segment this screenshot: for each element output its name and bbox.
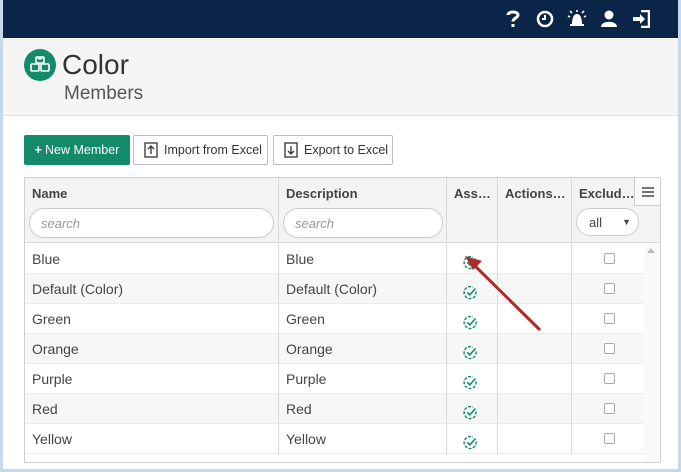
exclude-checkbox[interactable] [604,373,615,384]
cell-exclude [572,334,645,364]
cell-actions [498,424,572,454]
import-label: Import from Excel [164,143,262,157]
cell-name: Green [25,304,279,334]
new-member-button[interactable]: + New Member [24,135,130,165]
hamburger-menu-icon [641,186,654,197]
exclude-checkbox[interactable] [604,403,615,414]
cell-name: Red [25,394,279,424]
table-row[interactable]: Orange Orange [25,334,645,364]
exclude-checkbox[interactable] [604,433,615,444]
cell-assigned [447,334,498,364]
exclude-checkbox[interactable] [604,313,615,324]
cell-assigned [447,304,498,334]
cell-actions [498,334,572,364]
cell-assigned [447,244,498,274]
column-label: Name [32,186,68,201]
export-label: Export to Excel [304,143,389,157]
column-label: Ass… [454,186,491,201]
column-label: Description [286,186,358,201]
column-header-name[interactable]: Name [25,178,279,243]
table-row[interactable]: Purple Purple [25,364,645,394]
cell-exclude [572,424,645,454]
cell-name: Orange [25,334,279,364]
cell-description: Yellow [279,424,447,454]
help-icon[interactable] [502,8,524,30]
page-title: Color [62,49,129,80]
cell-actions [498,394,572,424]
column-header-assigned[interactable]: Ass… [447,178,498,243]
cell-actions [498,274,572,304]
caret-down-icon: ▼ [622,217,631,227]
exclude-checkbox[interactable] [604,253,615,264]
assigned-check-icon[interactable] [463,430,478,460]
description-search-input[interactable] [283,208,443,238]
cubes-icon [24,49,56,81]
cell-exclude [572,364,645,394]
cell-description: Orange [279,334,447,364]
user-icon[interactable] [598,8,620,30]
cell-description: Red [279,394,447,424]
table-row[interactable]: Blue Blue [25,244,645,274]
page-header: Color Members [3,38,678,116]
cell-exclude [572,274,645,304]
cell-assigned [447,364,498,394]
cell-description: Default (Color) [279,274,447,304]
column-label: Actions… [505,186,566,201]
cell-description: Purple [279,364,447,394]
grid-header: Name Description Ass… Actions… Exclud… a… [25,178,660,243]
page-subtitle: Members [64,83,144,104]
table-row[interactable]: Default (Color) Default (Color) [25,274,645,304]
grid-body: Blue Blue Default (Color) Default (Color) Gr… [25,244,645,454]
table-row[interactable]: Yellow Yellow [25,424,645,454]
table-row[interactable]: Green Green [25,304,645,334]
top-navigation-bar [3,0,678,38]
cell-actions [498,304,572,334]
exclude-filter-select[interactable]: all ▼ [576,208,639,236]
exclude-checkbox[interactable] [604,343,615,354]
cell-name: Purple [25,364,279,394]
cell-actions [498,364,572,394]
vertical-scrollbar[interactable] [644,244,660,462]
cell-actions [498,244,572,274]
logout-icon[interactable] [630,8,652,30]
members-grid: Name Description Ass… Actions… Exclud… a… [24,177,661,463]
exclude-checkbox[interactable] [604,283,615,294]
cell-assigned [447,394,498,424]
cell-assigned [447,424,498,454]
alarm-icon[interactable] [566,8,588,30]
upload-icon [144,142,158,158]
cell-name: Blue [25,244,279,274]
cell-name: Yellow [25,424,279,454]
import-from-excel-button[interactable]: Import from Excel [133,135,268,165]
exclude-filter-value: all [589,214,603,230]
scroll-up-icon[interactable] [647,248,655,253]
clock-icon[interactable] [534,8,556,30]
plus-icon: + [34,143,42,157]
cell-name: Default (Color) [25,274,279,304]
cell-description: Green [279,304,447,334]
download-icon [284,142,298,158]
export-to-excel-button[interactable]: Export to Excel [273,135,393,165]
cell-description: Blue [279,244,447,274]
cell-exclude [572,304,645,334]
column-header-description[interactable]: Description [279,178,447,243]
name-search-input[interactable] [29,208,274,238]
new-member-label: New Member [44,143,120,157]
cell-exclude [572,244,645,274]
cell-exclude [572,394,645,424]
cell-assigned [447,274,498,304]
column-header-actions[interactable]: Actions… [498,178,572,243]
table-row[interactable]: Red Red [25,394,645,424]
column-label: Exclud… [579,186,635,201]
column-menu-button[interactable] [634,178,660,206]
